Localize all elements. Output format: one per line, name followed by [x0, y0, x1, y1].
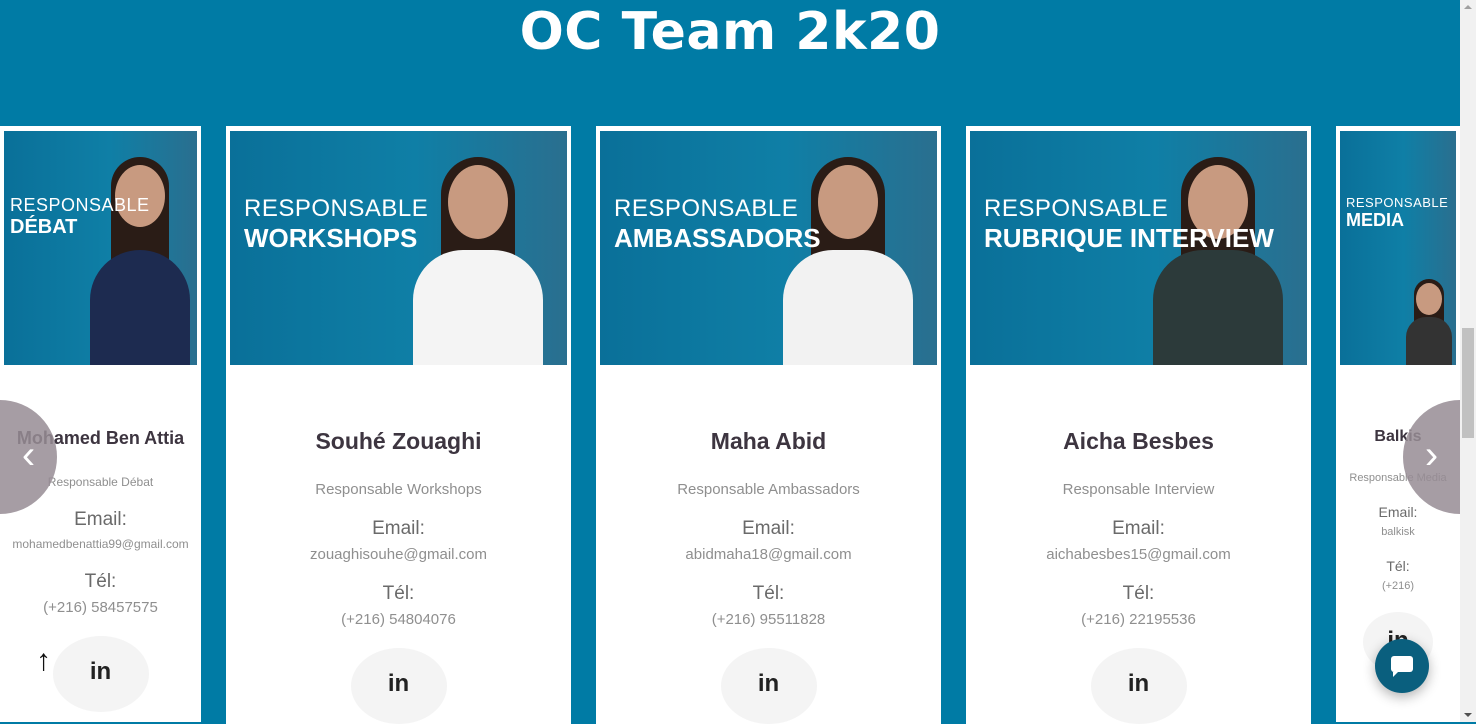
email-label: Email: — [1112, 518, 1165, 539]
chevron-left-icon: ‹ — [21, 433, 36, 477]
tel-label: Tél: — [752, 583, 785, 604]
arrow-up-icon: ↑ — [36, 644, 51, 677]
member-card: RESPONSABLE RUBRIQUE INTERVIEW Aicha Bes… — [966, 126, 1311, 724]
photo-caption: RESPONSABLE MEDIA — [1346, 195, 1448, 231]
photo-caption-line1: RESPONSABLE — [244, 195, 429, 222]
member-photo: RESPONSABLE AMBASSADORS — [600, 131, 937, 365]
chat-bubble-icon — [1391, 656, 1413, 677]
team-carousel: RESPONSABLE DÉBAT Mohamed Ben Attia Resp… — [0, 126, 1460, 724]
member-card: RESPONSABLE AMBASSADORS Maha Abid Respon… — [596, 126, 941, 724]
member-email: balkisk — [1381, 526, 1415, 538]
member-tel: (+216) 95511828 — [711, 611, 826, 628]
person-figure — [1404, 275, 1454, 365]
chevron-right-icon: › — [1424, 433, 1439, 477]
member-role: Responsable Workshops — [315, 481, 482, 498]
scroll-down-icon[interactable] — [1464, 713, 1472, 717]
member-email: mohamedbenattia99@gmail.com — [12, 537, 189, 551]
chat-button[interactable] — [1375, 639, 1429, 693]
photo-caption: RESPONSABLE WORKSHOPS — [244, 195, 428, 254]
person-figure — [773, 155, 923, 365]
photo-caption-line2: AMBASSADORS — [614, 223, 821, 253]
person-figure — [403, 155, 553, 365]
member-email: zouaghisouhe@gmail.com — [310, 546, 487, 563]
member-email: aichabesbes15@gmail.com — [1046, 546, 1231, 563]
page-scrollbar[interactable] — [1460, 0, 1476, 722]
member-name: Maha Abid — [710, 428, 827, 454]
scroll-up-icon[interactable] — [1464, 5, 1472, 9]
person-figure — [85, 155, 195, 365]
member-photo: RESPONSABLE RUBRIQUE INTERVIEW — [970, 131, 1307, 365]
tel-label: Tél: — [84, 571, 117, 592]
email-label: Email: — [74, 509, 127, 530]
member-tel: (+216) 22195536 — [1081, 611, 1196, 628]
photo-caption-line2: WORKSHOPS — [244, 223, 418, 253]
tel-label: Tél: — [382, 583, 415, 604]
tel-label: Tél: — [1386, 558, 1410, 574]
linkedin-button[interactable]: in — [1090, 648, 1187, 724]
photo-caption: RESPONSABLE AMBASSADORS — [614, 195, 821, 254]
member-tel: (+216) — [1381, 580, 1415, 592]
photo-caption-line1: RESPONSABLE — [10, 195, 150, 215]
member-tel: (+216) 58457575 — [43, 599, 158, 616]
member-name: Souhé Zouaghi — [315, 428, 482, 454]
email-label: Email: — [372, 518, 425, 539]
member-photo: RESPONSABLE DÉBAT — [4, 131, 197, 365]
scroll-to-top-button[interactable]: ↑ — [36, 644, 51, 678]
linkedin-icon: in — [757, 670, 780, 697]
tel-label: Tél: — [1122, 583, 1155, 604]
photo-caption-line2: RUBRIQUE INTERVIEW — [984, 223, 1274, 253]
linkedin-icon: in — [387, 670, 410, 697]
person-figure — [1143, 155, 1293, 365]
member-card: RESPONSABLE WORKSHOPS Souhé Zouaghi Resp… — [226, 126, 571, 724]
linkedin-button[interactable]: in — [52, 636, 149, 712]
photo-caption: RESPONSABLE DÉBAT — [10, 195, 150, 239]
linkedin-button[interactable]: in — [350, 648, 447, 724]
member-name: Aicha Besbes — [1063, 428, 1214, 454]
linkedin-icon: in — [1127, 670, 1150, 697]
photo-caption-line2: DÉBAT — [10, 216, 78, 238]
member-photo: RESPONSABLE MEDIA — [1340, 131, 1456, 365]
member-photo: RESPONSABLE WORKSHOPS — [230, 131, 567, 365]
section-title: OC Team 2k20 — [519, 2, 941, 62]
member-role: Responsable Interview — [1062, 481, 1215, 498]
email-label: Email: — [742, 518, 795, 539]
linkedin-icon: in — [89, 658, 112, 685]
linkedin-button[interactable]: in — [720, 648, 817, 724]
member-tel: (+216) 54804076 — [341, 611, 456, 628]
photo-caption-line1: RESPONSABLE — [984, 195, 1169, 222]
member-role: Responsable Ambassadors — [677, 481, 860, 498]
photo-caption-line2: MEDIA — [1346, 210, 1404, 230]
photo-caption-line1: RESPONSABLE — [1346, 195, 1449, 210]
photo-caption-line1: RESPONSABLE — [614, 195, 799, 222]
scrollbar-thumb[interactable] — [1462, 328, 1474, 438]
member-email: abidmaha18@gmail.com — [685, 546, 852, 563]
photo-caption: RESPONSABLE RUBRIQUE INTERVIEW — [984, 195, 1274, 254]
